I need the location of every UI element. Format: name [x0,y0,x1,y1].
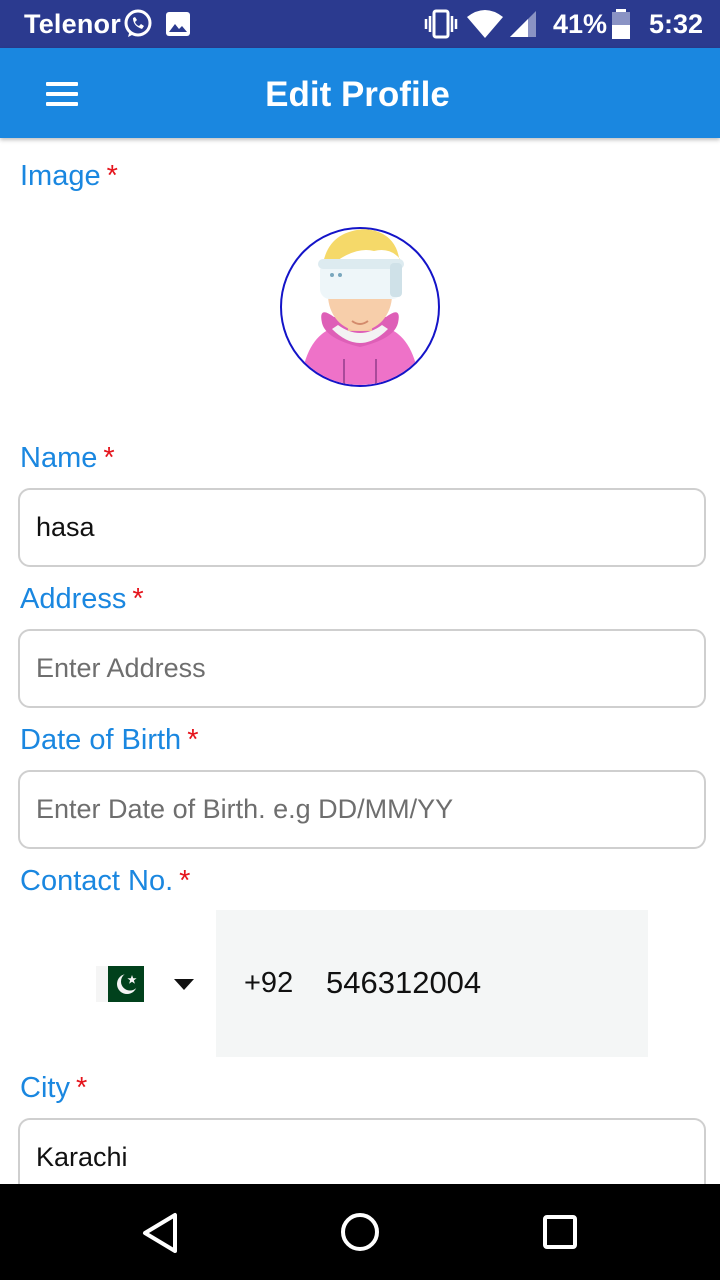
name-label-text: Name [20,442,98,474]
required-marker: * [179,865,191,897]
pakistan-flag-icon [96,966,144,1002]
country-code-picker[interactable] [90,960,210,1010]
required-marker: * [106,160,118,192]
contact-label: Contact No. * [20,865,190,898]
chevron-down-icon [174,979,194,990]
battery-icon [612,9,630,39]
back-triangle-icon[interactable] [136,1208,186,1258]
signal-icon [510,11,536,37]
city-label-text: City [20,1072,70,1104]
name-input[interactable] [36,490,686,565]
battery-percent: 41% [553,9,608,39]
system-nav-bar [0,1184,720,1280]
image-label: Image * [20,160,118,193]
vibrate-icon [424,9,458,39]
address-field [18,629,706,708]
contact-label-text: Contact No. [20,865,174,897]
city-label: City * [20,1072,87,1105]
avatar[interactable] [280,227,440,387]
wifi-icon [467,10,503,38]
gallery-icon [166,12,190,36]
vr-avatar-icon [300,229,420,385]
required-marker: * [75,1072,88,1104]
dob-label-text: Date of Birth [20,724,182,756]
carrier-name: Telenor [24,9,121,39]
status-bar: Telenor 41% 5:32 [0,0,720,48]
clock: 5:32 [649,9,704,39]
phone-input-group: +92 546312004 [0,910,720,1058]
recents-square-icon[interactable] [535,1208,585,1258]
name-field [18,488,706,567]
dob-label: Date of Birth * [20,724,198,757]
address-label-text: Address [20,583,127,615]
page-title: Edit Profile [265,75,450,114]
phone-number-input[interactable]: 546312004 [326,965,481,1001]
address-input[interactable] [36,631,686,706]
phone-field[interactable]: +92 546312004 [216,910,648,1057]
image-label-text: Image [20,160,101,192]
address-label: Address * [20,583,144,616]
name-label: Name * [20,442,115,475]
whatsapp-icon [124,9,152,37]
dob-input[interactable] [36,772,686,847]
home-circle-icon[interactable] [335,1208,385,1258]
app-bar: Edit Profile [0,48,720,138]
dob-field [18,770,706,849]
required-marker: * [187,724,199,756]
required-marker: * [103,442,115,474]
required-marker: * [132,583,144,615]
dial-code: +92 [244,967,294,999]
